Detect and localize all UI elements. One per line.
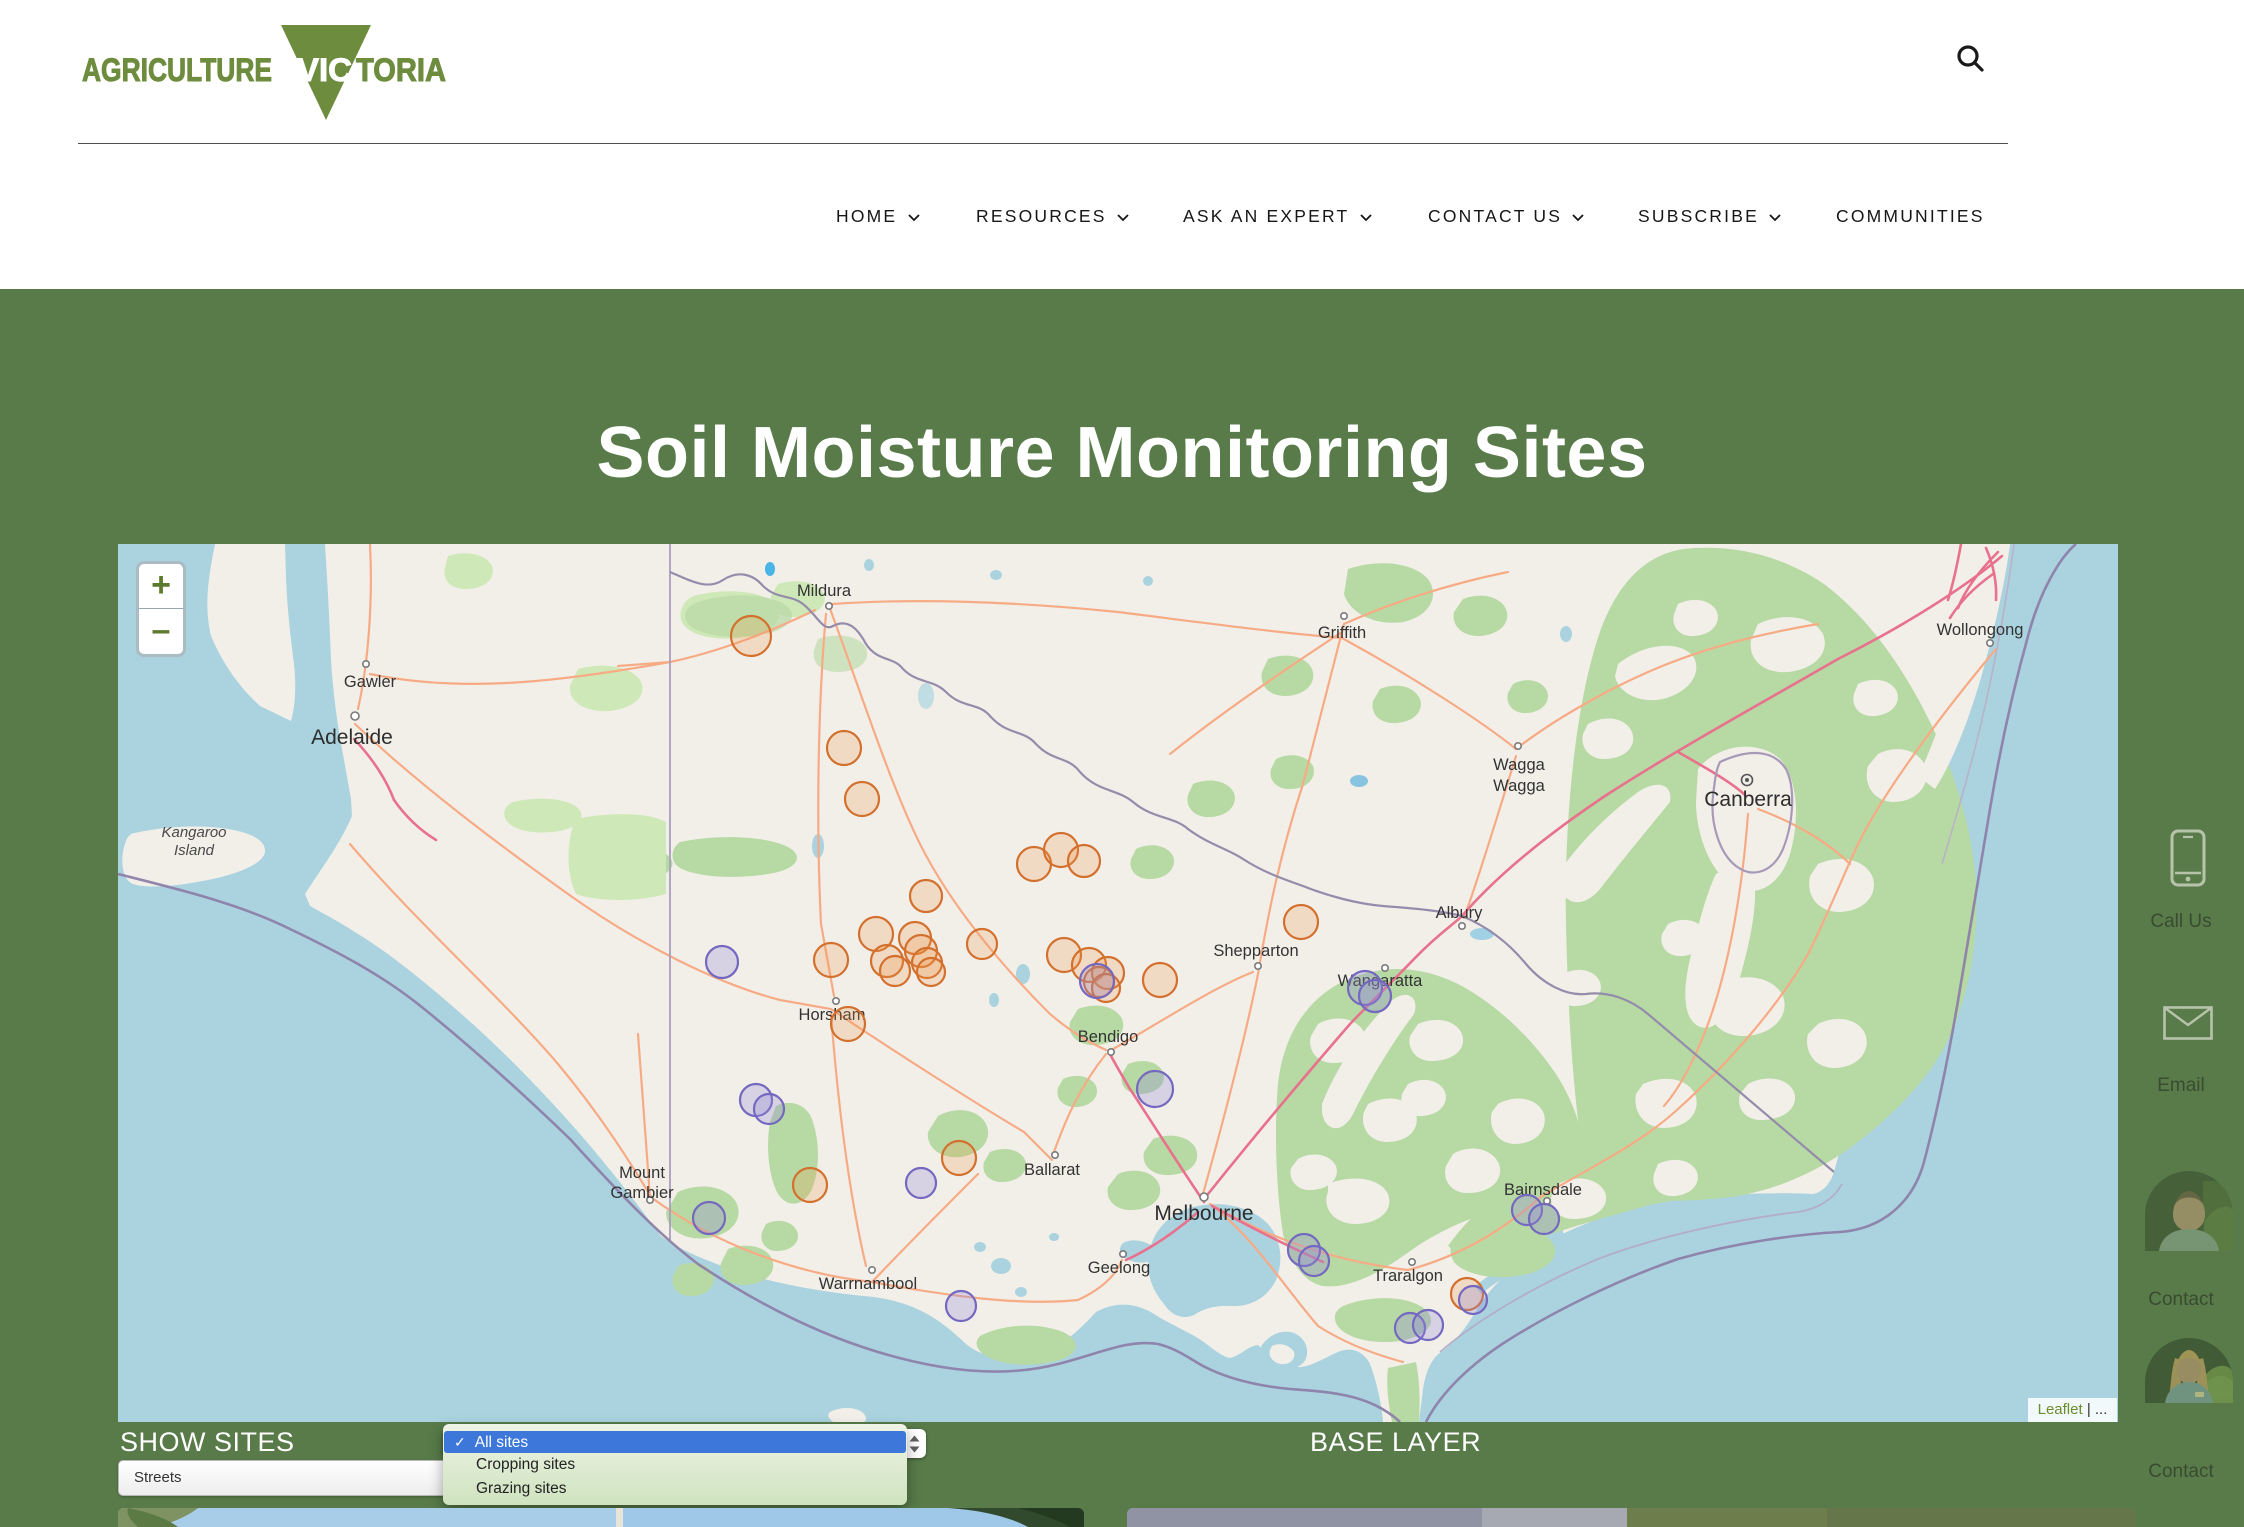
- svg-text:Griffith: Griffith: [1318, 624, 1366, 642]
- svg-text:Bairnsdale: Bairnsdale: [1504, 1181, 1582, 1199]
- svg-text:Wagga: Wagga: [1493, 777, 1545, 795]
- svg-text:Kangaroo: Kangaroo: [161, 824, 226, 841]
- svg-text:Albury: Albury: [1436, 904, 1484, 922]
- svg-text:AGRICULTURE: AGRICULTURE: [82, 52, 272, 88]
- svg-text:Bendigo: Bendigo: [1078, 1028, 1139, 1046]
- svg-text:TORIA: TORIA: [356, 52, 446, 88]
- svg-text:VIC: VIC: [297, 52, 352, 88]
- svg-text:Wagga: Wagga: [1493, 756, 1545, 774]
- svg-text:Warrnambool: Warrnambool: [819, 1275, 917, 1293]
- svg-text:Melbourne: Melbourne: [1154, 1202, 1253, 1225]
- svg-text:Wollongong: Wollongong: [1937, 621, 2024, 639]
- svg-text:Gawler: Gawler: [344, 673, 397, 691]
- svg-text:Geelong: Geelong: [1088, 1259, 1150, 1277]
- svg-text:Island: Island: [174, 842, 215, 859]
- svg-text:Mildura: Mildura: [797, 582, 852, 600]
- svg-text:Traralgon: Traralgon: [1373, 1267, 1443, 1285]
- svg-text:Ballarat: Ballarat: [1024, 1161, 1080, 1179]
- svg-text:Gambier: Gambier: [610, 1184, 674, 1202]
- svg-text:Shepparton: Shepparton: [1213, 942, 1298, 960]
- svg-text:Canberra: Canberra: [1704, 788, 1792, 811]
- svg-text:Adelaide: Adelaide: [311, 726, 393, 749]
- svg-text:Mount: Mount: [619, 1164, 665, 1182]
